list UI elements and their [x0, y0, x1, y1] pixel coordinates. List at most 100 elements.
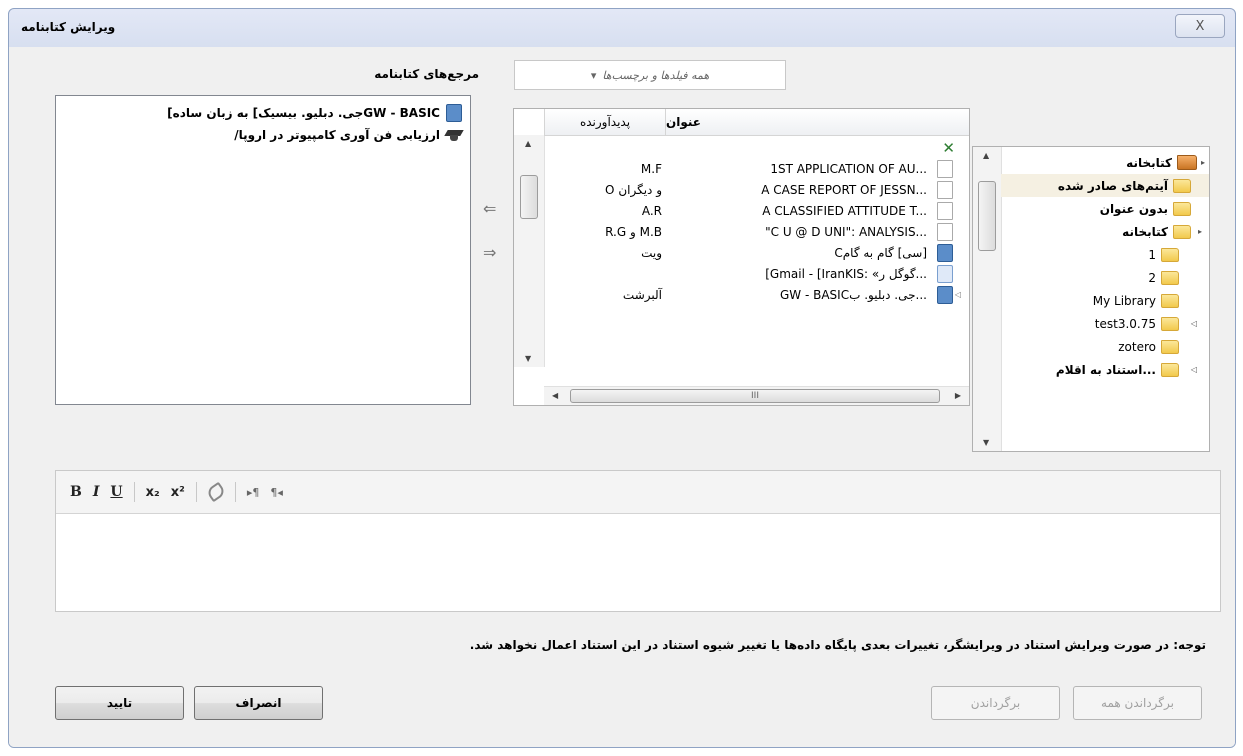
edit-bibliography-dialog: ویرایش کتابنامه X مرجع‌های کتابنامه GW -… [8, 8, 1236, 748]
items-vertical-scrollbar[interactable]: ▲ ▼ [514, 135, 545, 367]
editor-text-area[interactable] [56, 514, 1220, 612]
table-row[interactable]: M.F 1ST APPLICATION OF AU... [544, 158, 963, 179]
table-row[interactable]: O و دیگران A CASE REPORT OF JESSN... [544, 179, 963, 200]
book-icon [937, 243, 953, 262]
column-header-creator[interactable]: پدیدآورنده [544, 109, 666, 135]
search-mode-dropdown[interactable]: همه فیلدها و برچسب‌ها ▾ [514, 60, 786, 90]
scroll-left-icon[interactable]: ◀ [552, 391, 558, 400]
book-icon [446, 104, 462, 122]
scroll-grip: III [751, 391, 759, 401]
scroll-thumb[interactable] [978, 181, 996, 251]
add-to-bibliography-icon[interactable]: ⇐ [483, 201, 507, 245]
item-title: A CASE REPORT OF JESSN... [761, 182, 927, 197]
table-row[interactable]: ویت Cسی] گام به گام] [544, 242, 963, 263]
tree-item-zotero[interactable]: zotero [1001, 335, 1209, 358]
expander-icon[interactable]: ◁ [1179, 319, 1209, 328]
italic-button[interactable]: I [93, 484, 100, 500]
scroll-down-icon[interactable]: ▼ [983, 438, 989, 447]
item-title: Cسی] گام به گام] [834, 245, 927, 260]
tree-item-label: 1 [1148, 247, 1156, 262]
remove-from-bibliography-icon[interactable]: ⇒ [483, 245, 507, 289]
item-creator: A.R [641, 203, 662, 218]
tree-item-label: کتابخانه [1122, 224, 1168, 239]
expander-icon[interactable]: ▸ [1191, 227, 1209, 236]
item-creator: ویت [641, 245, 662, 260]
folder-icon [1161, 316, 1179, 331]
document-icon [937, 180, 953, 199]
tree-item-label: 2 [1148, 270, 1156, 285]
revert-all-button[interactable]: برگرداندن همه [1073, 686, 1202, 720]
ltr-direction-button[interactable]: ▸¶ [247, 486, 260, 499]
tree-item-1[interactable]: 1 [1001, 243, 1209, 266]
tree-item-my-library[interactable]: My Library [1001, 289, 1209, 312]
clear-formatting-icon[interactable] [205, 481, 227, 503]
folder-icon [1161, 293, 1179, 308]
tree-item-label: آیتم‌های صادر شده [1057, 178, 1168, 193]
expander-icon[interactable]: ◁ [1179, 365, 1209, 374]
tree-item-exported-items[interactable]: آیتم‌های صادر شده [1001, 174, 1209, 197]
tree-item-untitled[interactable]: بدون عنوان [1001, 197, 1209, 220]
toolbar-divider [133, 482, 135, 502]
tree-item-label: My Library [1092, 293, 1156, 308]
expander-icon[interactable]: ▸ [1197, 158, 1209, 167]
item-title: 1ST APPLICATION OF AU... [770, 161, 927, 176]
table-row[interactable]: R.G و M.B "C U @ D UNI": ANALYSIS... [544, 221, 963, 242]
item-title: GW - BASICجی. دبلیو. ب... [779, 287, 927, 302]
underline-button[interactable]: U [110, 484, 122, 500]
superscript-button[interactable]: x² [171, 485, 185, 500]
chevron-down-icon: ▾ [590, 68, 597, 82]
table-row[interactable]: A.R A CLASSIFIED ATTITUDE T... [544, 200, 963, 221]
tree-item-library[interactable]: کتابخانه ▸ [1001, 151, 1209, 174]
toolbar-divider [195, 482, 197, 502]
cancel-button[interactable]: انصراف [194, 686, 323, 720]
item-creator: آلبرشت [622, 287, 662, 302]
column-header-title[interactable]: عنوان [666, 109, 969, 135]
items-list-rows: ✕ M.F 1ST APPLICATION OF AU... O و دیگرا… [544, 137, 963, 305]
tree-item-cite-items[interactable]: استناد به اقلام... ◁ [1001, 358, 1209, 381]
folder-icon [1173, 201, 1191, 216]
bibliography-item[interactable]: GW - BASICجی. دبلیو. بیسیک] به زبان ساده… [64, 102, 462, 124]
revert-button[interactable]: برگرداندن [931, 686, 1060, 720]
item-creator: R.G و M.B [605, 224, 662, 239]
rtl-direction-button[interactable]: ¶◂ [270, 486, 283, 499]
folder-icon [1161, 270, 1179, 285]
document-icon [937, 222, 953, 241]
scroll-thumb[interactable] [520, 175, 538, 219]
folder-icon [1161, 362, 1179, 377]
close-button[interactable]: X [1175, 14, 1225, 38]
scroll-thumb[interactable]: III [570, 389, 940, 403]
thesis-icon [446, 128, 462, 142]
search-mode-label: همه فیلدها و برچسب‌ها [602, 68, 710, 82]
scroll-right-icon[interactable]: ▶ [955, 391, 961, 400]
scroll-up-icon[interactable]: ▲ [525, 139, 531, 148]
folder-icon [1161, 247, 1179, 262]
document-icon [937, 201, 953, 220]
folder-icon [1161, 339, 1179, 354]
item-title: A CLASSIFIED ATTITUDE T... [762, 203, 927, 218]
collections-tree[interactable]: ▲ ▼ کتابخانه ▸ آیتم‌های صادر شده بدون عن… [972, 146, 1210, 452]
item-creator: O و دیگران [605, 182, 662, 197]
scroll-down-icon[interactable]: ▼ [525, 354, 531, 363]
scroll-up-icon[interactable]: ▲ [983, 151, 989, 160]
bibliography-item[interactable]: ارزیابی فن آوری کامپیوتر در اروپا/ [64, 124, 462, 146]
table-row[interactable]: ✕ [544, 137, 963, 158]
bibliography-references-list[interactable]: GW - BASICجی. دبلیو. بیسیک] به زبان ساده… [55, 95, 471, 405]
expand-icon[interactable]: ◁ [953, 290, 963, 299]
tree-vertical-scrollbar[interactable]: ▲ ▼ [973, 147, 1002, 451]
table-row[interactable]: [Gmail - [IranKIS: «گوگل ر... [544, 263, 963, 284]
bold-button[interactable]: B [70, 484, 82, 500]
folder-icon [1173, 224, 1191, 239]
items-horizontal-scrollbar[interactable]: ◀ III ▶ [544, 386, 969, 405]
citation-editor[interactable]: B I U x₂ x² ▸¶ ¶◂ [55, 470, 1221, 612]
tree-item-sub-library[interactable]: کتابخانه ▸ [1001, 220, 1209, 243]
unlink-icon: ✕ [942, 138, 955, 157]
dialog-title: ویرایش کتابنامه [21, 20, 116, 34]
tree-item-2[interactable]: 2 [1001, 266, 1209, 289]
item-title: [Gmail - [IranKIS: «گوگل ر... [765, 266, 927, 281]
tree-item-test3-0-75[interactable]: test3.0.75 ◁ [1001, 312, 1209, 335]
subscript-button[interactable]: x₂ [146, 485, 160, 500]
bibliography-item-text: ارزیابی فن آوری کامپیوتر در اروپا/ [234, 128, 440, 142]
table-row[interactable]: آلبرشت GW - BASICجی. دبلیو. ب... ◁ [544, 284, 963, 305]
ok-button[interactable]: تایید [55, 686, 184, 720]
items-list[interactable]: ▲ ▼ پدیدآورنده عنوان ✕ M.F 1ST APPLICATI… [513, 108, 970, 406]
